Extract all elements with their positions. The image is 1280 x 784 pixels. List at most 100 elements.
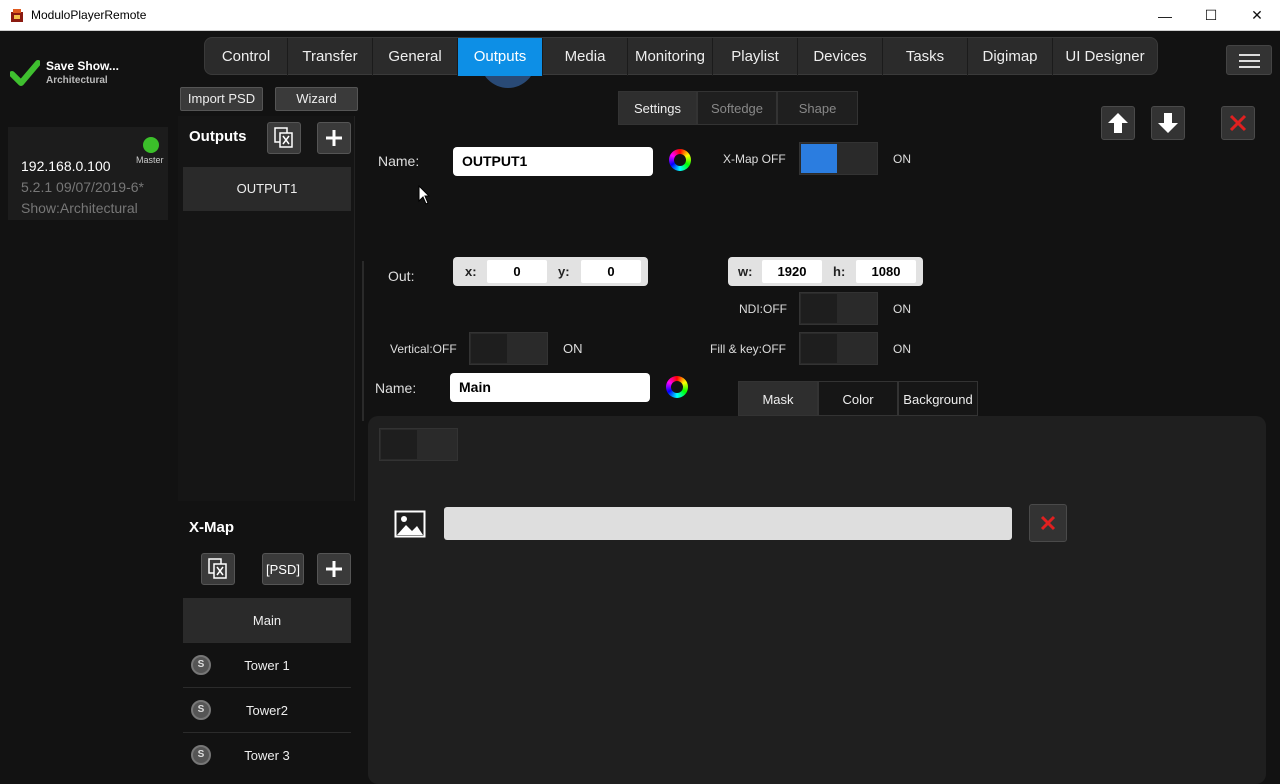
outputs-title: Outputs xyxy=(189,128,247,145)
duplicate-icon xyxy=(274,127,293,148)
move-up-button[interactable] xyxy=(1101,106,1135,140)
tab-color[interactable]: Color xyxy=(818,381,898,416)
server-show: Show:Architectural xyxy=(21,200,138,216)
xmap-color-picker-icon[interactable] xyxy=(666,376,688,398)
tab-general[interactable]: General xyxy=(373,38,458,76)
subtab-shape[interactable]: Shape xyxy=(777,91,858,125)
xmap-item-label: Main xyxy=(252,613,282,628)
tab-outputs[interactable]: Outputs xyxy=(458,38,543,76)
server-status-led xyxy=(143,137,159,153)
xmap-item-tower-2[interactable]: S Tower2 xyxy=(183,688,351,733)
y-label: y: xyxy=(558,264,570,279)
x-label: x: xyxy=(465,264,477,279)
xmap-item-tower-3[interactable]: S Tower 3 xyxy=(183,733,351,778)
fill-key-on-label: ON xyxy=(893,342,911,356)
output-name-label: Name: xyxy=(378,153,420,169)
duplicate-xmap-button[interactable] xyxy=(201,553,235,585)
xmap-toggle[interactable] xyxy=(799,142,878,175)
close-window-button[interactable]: ✕ xyxy=(1234,0,1280,31)
fill-key-toggle[interactable] xyxy=(799,332,878,365)
plus-icon xyxy=(326,130,342,146)
arrow-up-icon xyxy=(1108,113,1128,133)
import-psd-button[interactable]: Import PSD xyxy=(180,87,263,111)
mask-file-path-input[interactable] xyxy=(444,507,1012,540)
panel-divider xyxy=(362,261,364,421)
mask-toggle[interactable] xyxy=(379,428,458,461)
w-input[interactable]: 1920 xyxy=(762,260,822,283)
app-icon xyxy=(11,9,23,22)
duplicate-icon xyxy=(208,558,227,579)
save-show-button[interactable]: Save Show... Architectural xyxy=(10,58,170,98)
xmap-off-label: X-Map OFF xyxy=(723,152,786,166)
delete-output-button[interactable] xyxy=(1221,106,1255,140)
clear-mask-button[interactable] xyxy=(1029,504,1067,542)
x-input[interactable]: 0 xyxy=(487,260,547,283)
save-show-label: Save Show... xyxy=(46,59,119,73)
main-area: Save Show... Architectural Master 192.16… xyxy=(0,31,1280,784)
arrow-down-icon xyxy=(1158,113,1178,133)
w-label: w: xyxy=(738,264,753,279)
tab-control[interactable]: Control xyxy=(205,38,288,76)
output-color-picker-icon[interactable] xyxy=(669,149,691,171)
add-xmap-button[interactable] xyxy=(317,553,351,585)
maximize-button[interactable]: ☐ xyxy=(1188,0,1234,31)
y-input[interactable]: 0 xyxy=(581,260,641,283)
xmap-item-main[interactable]: Main xyxy=(183,598,351,643)
duplicate-output-button[interactable] xyxy=(267,122,301,154)
tab-ui-designer[interactable]: UI Designer xyxy=(1053,38,1157,76)
subtab-softedge[interactable]: Softedge xyxy=(697,91,777,125)
server-role: Master xyxy=(136,155,164,165)
h-input[interactable]: 1080 xyxy=(856,260,916,283)
close-icon xyxy=(1040,515,1056,531)
server-version: 5.2.1 09/07/2019-6* xyxy=(21,179,144,195)
move-down-button[interactable] xyxy=(1151,106,1185,140)
tab-playlist[interactable]: Playlist xyxy=(713,38,798,76)
window-titlebar: ModuloPlayerRemote — ☐ ✕ xyxy=(0,0,1280,31)
xmap-item-tower-1[interactable]: S Tower 1 xyxy=(183,643,351,688)
minimize-button[interactable]: — xyxy=(1142,0,1188,31)
xmap-item-label: Tower 3 xyxy=(244,748,290,763)
plus-icon xyxy=(326,561,342,577)
output-name-input[interactable]: OUTPUT1 xyxy=(453,147,653,176)
out-label: Out: xyxy=(388,268,415,284)
output-list-item[interactable]: OUTPUT1 xyxy=(183,167,351,211)
xmap-name-label: Name: xyxy=(375,380,417,396)
xmap-name-input[interactable]: Main xyxy=(450,373,650,402)
server-card[interactable]: Master 192.168.0.100 5.2.1 09/07/2019-6*… xyxy=(8,127,168,220)
psd-import-button[interactable]: [PSD] xyxy=(262,553,304,585)
tab-devices[interactable]: Devices xyxy=(798,38,883,76)
vertical-off-label: Vertical:OFF xyxy=(390,342,457,356)
tab-media[interactable]: Media xyxy=(543,38,628,76)
xmap-title: X-Map xyxy=(189,519,234,536)
h-label: h: xyxy=(833,264,846,279)
position-box: x: 0 y: 0 xyxy=(453,257,648,286)
menu-icon xyxy=(1239,54,1260,56)
mouse-cursor-icon xyxy=(418,185,430,205)
xmap-item-label: Tower 1 xyxy=(244,658,290,673)
hamburger-menu-button[interactable] xyxy=(1226,45,1272,75)
show-name-label: Architectural xyxy=(46,75,108,86)
ndi-toggle[interactable] xyxy=(799,292,878,325)
tab-monitoring[interactable]: Monitoring xyxy=(628,38,713,76)
ndi-off-label: NDI:OFF xyxy=(739,302,787,316)
tab-transfer[interactable]: Transfer xyxy=(288,38,373,76)
add-output-button[interactable] xyxy=(317,122,351,154)
mask-panel xyxy=(368,416,1266,784)
wizard-button[interactable]: Wizard xyxy=(275,87,358,111)
tab-background[interactable]: Background xyxy=(898,381,978,416)
size-box: w: 1920 h: 1080 xyxy=(728,257,923,286)
xmap-item-label: Tower2 xyxy=(246,703,288,718)
xmap-on-label: ON xyxy=(893,152,911,166)
server-ip: 192.168.0.100 xyxy=(21,158,111,174)
close-icon xyxy=(1229,114,1247,132)
vertical-toggle[interactable] xyxy=(469,332,548,365)
subtab-settings[interactable]: Settings xyxy=(618,91,697,125)
fill-key-off-label: Fill & key:OFF xyxy=(710,342,787,356)
tab-tasks[interactable]: Tasks xyxy=(883,38,968,76)
checkmark-icon xyxy=(10,60,40,86)
image-icon xyxy=(394,510,426,538)
tab-mask[interactable]: Mask xyxy=(738,381,818,416)
main-tabbar: Control Transfer General Outputs Media M… xyxy=(204,37,1158,76)
tab-digimap[interactable]: Digimap xyxy=(968,38,1053,76)
vertical-on-label: ON xyxy=(563,341,583,356)
